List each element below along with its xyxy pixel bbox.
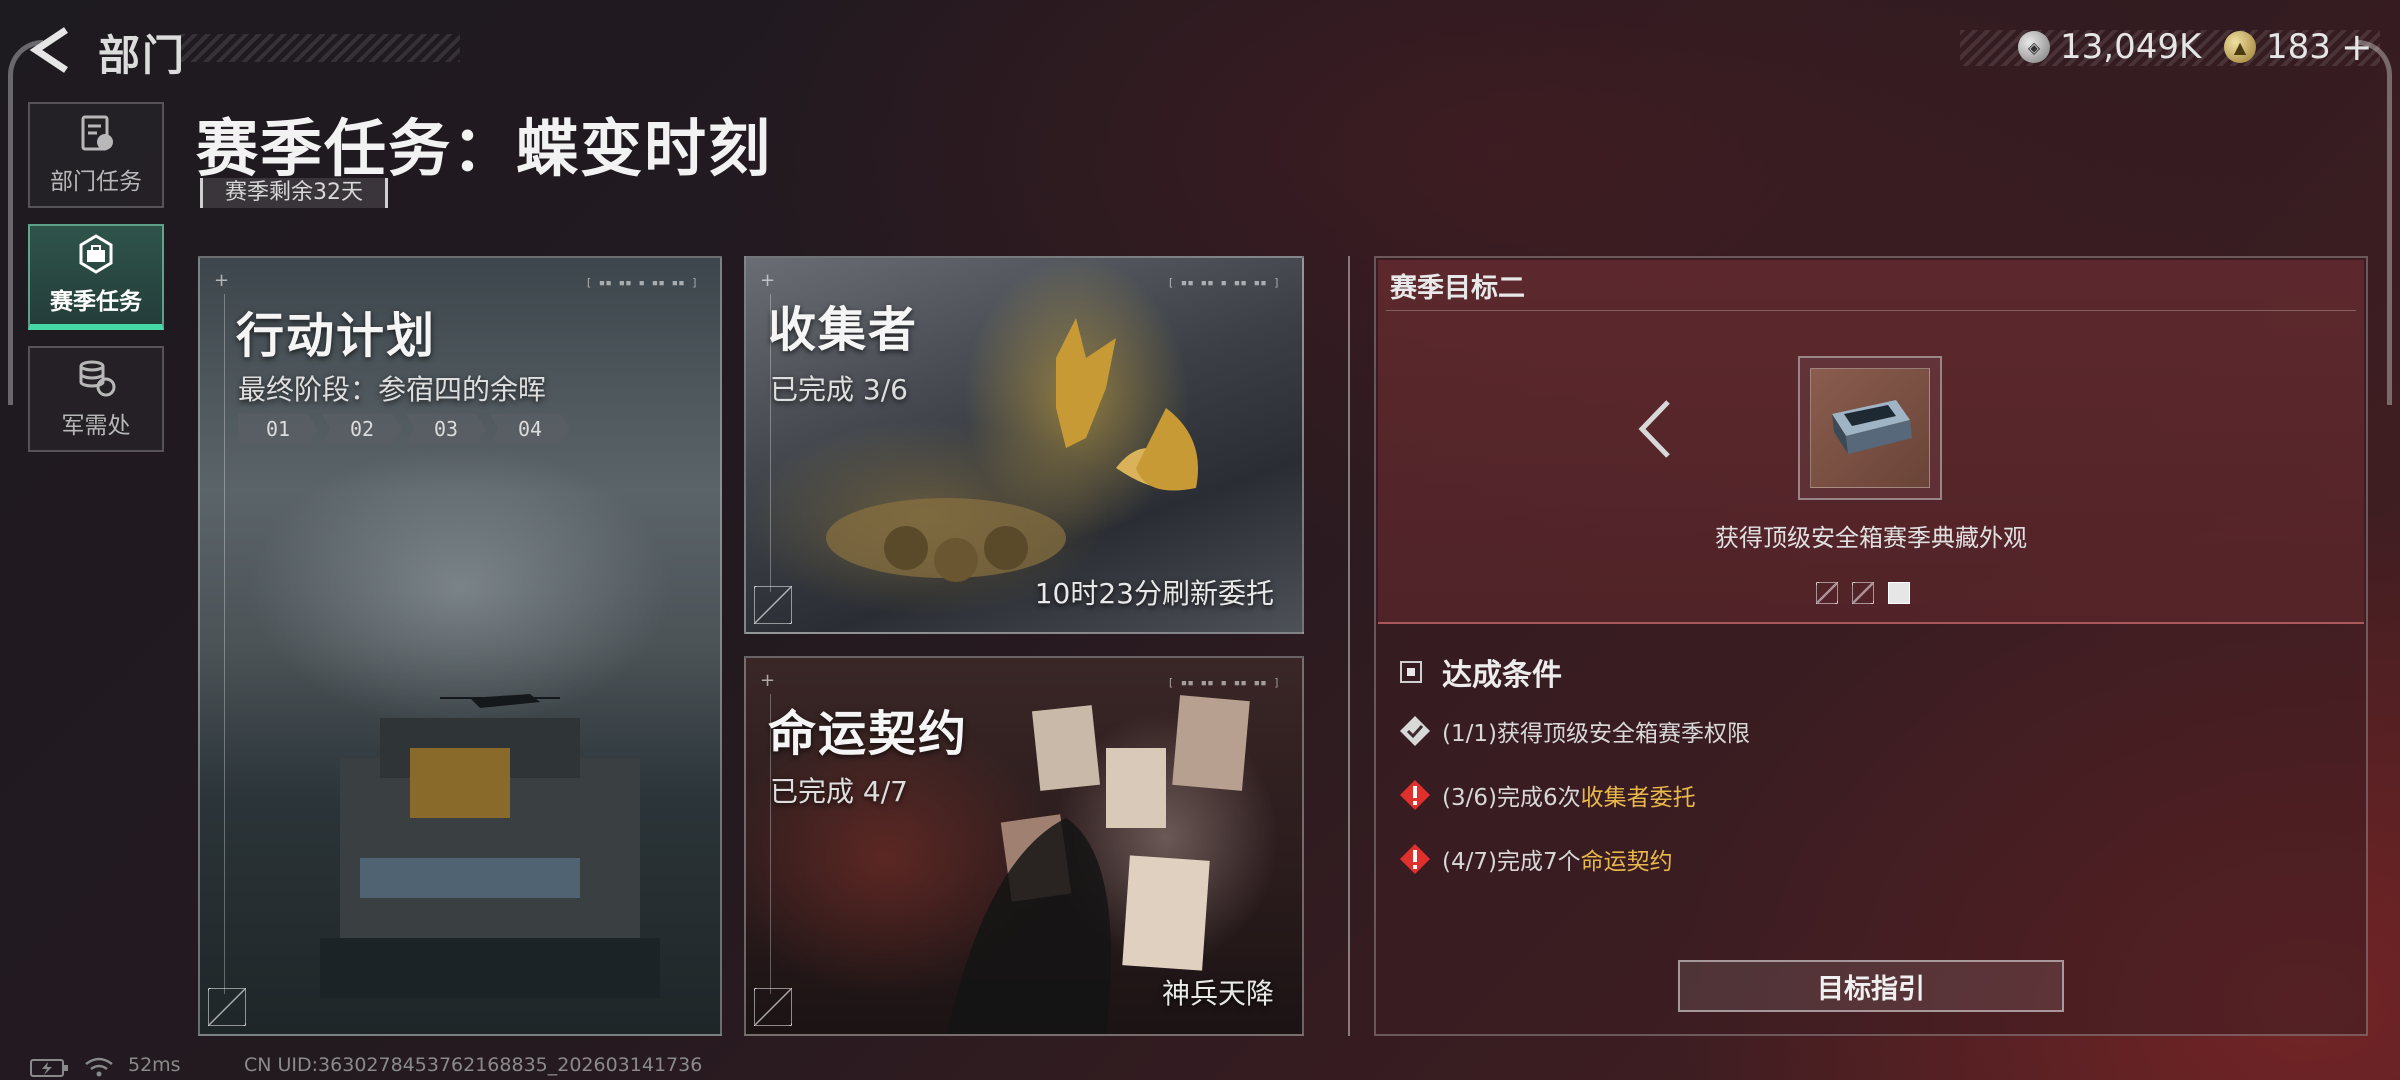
goal-title: 赛季目标二	[1390, 273, 1525, 304]
season-task-icon	[79, 234, 113, 274]
alert-icon	[1400, 844, 1430, 874]
reward-description: 获得顶级安全箱赛季典藏外观	[1715, 524, 2027, 552]
back-title[interactable]: 部门	[98, 22, 186, 83]
season-remaining-badge: 赛季剩余32天	[200, 178, 388, 208]
title-underline	[1386, 310, 2356, 311]
corner-tag-decoration: [ ▪▪ ▪▪ ▪ ▪▪ ▪▪ ]	[1167, 276, 1280, 289]
condition-row: (1/1)获得顶级安全箱赛季权限	[1398, 714, 1750, 748]
corner-plus-icon: +	[760, 270, 776, 291]
card-collector[interactable]: + [ ▪▪ ▪▪ ▪ ▪▪ ▪▪ ] 收集者 已完成 3/6 10时23分刷新…	[744, 256, 1304, 634]
corner-tag-decoration: [ ▪▪ ▪▪ ▪ ▪▪ ▪▪ ]	[585, 276, 698, 289]
pager-dot[interactable]	[1816, 582, 1838, 604]
condition-text: (3/6)完成6次	[1442, 785, 1581, 811]
battery-icon	[30, 1059, 68, 1077]
card-action-plan[interactable]: + [ ▪▪ ▪▪ ▪ ▪▪ ▪▪ ] 行动计划 最终阶段：参宿四的余晖 01 …	[198, 256, 722, 1036]
silver-amount: 13,049K	[2060, 27, 2202, 67]
goal-guide-button[interactable]: 目标指引	[1678, 960, 2064, 1012]
dept-task-icon	[81, 115, 113, 151]
corner-diagonal-icon	[754, 988, 792, 1026]
sidebar-item-label: 军需处	[61, 413, 131, 439]
add-currency-button[interactable]: +	[2341, 25, 2373, 69]
condition-row: (4/7)完成7个 命运契约	[1398, 842, 1673, 876]
condition-text: (4/7)完成7个	[1442, 849, 1581, 875]
card-title: 命运契约	[768, 706, 969, 762]
stage-chip: 02	[322, 414, 402, 444]
card-title: 行动计划	[236, 308, 437, 364]
condition-highlight: 收集者委托	[1580, 785, 1696, 811]
condition-text: (1/1)获得顶级安全箱赛季权限	[1442, 721, 1750, 747]
guide-line	[224, 294, 225, 994]
card-fate-contract[interactable]: + [ ▪▪ ▪▪ ▪ ▪▪ ▪▪ ] 命运契约 已完成 4/7 神兵天降	[744, 656, 1304, 1036]
base-illustration	[320, 694, 660, 998]
gold-amount: 183	[2266, 27, 2331, 67]
condition-header-icon	[1400, 661, 1422, 683]
pager-dot-active[interactable]	[1888, 582, 1910, 604]
ping-readout: 52ms	[128, 1054, 181, 1076]
refresh-timer: 10时23分刷新委托	[1034, 577, 1274, 610]
sidebar-item-season-task[interactable]: 赛季任务	[28, 224, 164, 330]
pager-dot[interactable]	[1852, 582, 1874, 604]
sidebar-item-label: 部门任务	[50, 169, 142, 195]
uid-readout: CN UID:3630278453762168835_202603141736	[244, 1054, 703, 1076]
condition-highlight: 命运契约	[1580, 849, 1673, 875]
card-progress: 已完成 3/6	[770, 373, 908, 406]
currency-gold: ▲ 183 +	[2224, 24, 2373, 70]
card-subtitle: 最终阶段：参宿四的余晖	[238, 373, 547, 406]
supply-icon	[79, 360, 116, 397]
currency-silver: ◈ 13,049K	[2018, 24, 2201, 70]
vertical-divider	[1348, 256, 1350, 1036]
page-title: 赛季任务：蝶变时刻	[196, 112, 773, 185]
title-hatch-decoration	[180, 34, 460, 62]
sidebar-item-supply[interactable]: 军需处	[28, 346, 164, 452]
corner-plus-icon: +	[760, 670, 776, 691]
corner-diagonal-icon	[208, 988, 246, 1026]
stage-chip: 03	[406, 414, 486, 444]
card-title: 收集者	[768, 302, 919, 358]
sidebar-item-label: 赛季任务	[50, 289, 142, 315]
conditions-title: 达成条件	[1442, 658, 1562, 693]
card-progress: 已完成 4/7	[770, 775, 908, 808]
chevron-left-icon[interactable]	[1632, 396, 1678, 462]
alert-icon	[1400, 780, 1430, 810]
secure-case-icon	[1832, 400, 1912, 454]
corner-plus-icon: +	[214, 270, 230, 291]
wifi-icon	[85, 1057, 113, 1077]
stage-chip: 01	[238, 414, 318, 444]
silver-coin-icon: ◈	[2018, 31, 2050, 63]
stage-progress: 01 02 03 04	[238, 414, 570, 444]
corner-diagonal-icon	[754, 586, 792, 624]
sidebar-item-dept-task[interactable]: 部门任务	[28, 102, 164, 208]
card-footer-label: 神兵天降	[1161, 977, 1274, 1010]
back-arrow-icon[interactable]	[28, 24, 72, 76]
conditions-header: 达成条件	[1400, 650, 1562, 694]
condition-row: (3/6)完成6次 收集者委托	[1398, 778, 1696, 812]
gold-coin-icon: ▲	[2224, 31, 2256, 63]
check-icon	[1400, 716, 1430, 746]
reward-pager	[1816, 582, 1910, 604]
stage-chip: 04	[490, 414, 570, 444]
